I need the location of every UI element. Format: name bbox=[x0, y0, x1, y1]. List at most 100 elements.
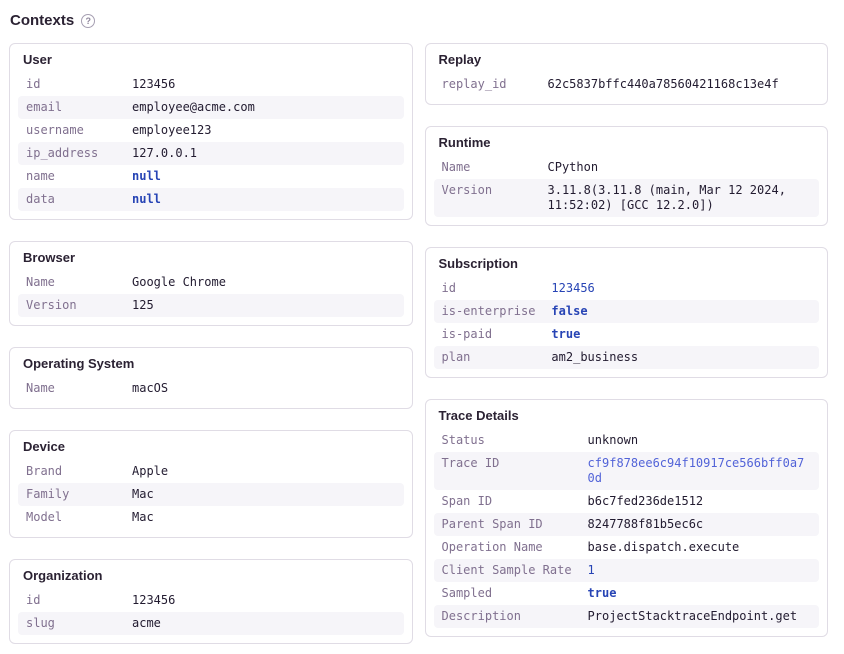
page-title: Contexts bbox=[10, 12, 74, 30]
key-value-table: Brand Apple Family Mac Model Mac bbox=[18, 460, 404, 529]
row-value: null bbox=[124, 188, 404, 211]
row-name: Name CPython bbox=[434, 156, 820, 179]
context-card-device: Device Brand Apple Family Mac Model Mac bbox=[9, 430, 413, 538]
card-title: Organization bbox=[23, 568, 399, 584]
row-value: employee123 bbox=[124, 119, 404, 142]
row-key: name bbox=[18, 165, 124, 188]
key-value-table: id 123456 slug acme bbox=[18, 589, 404, 635]
row-key: Sampled bbox=[434, 582, 580, 605]
row-key: slug bbox=[18, 612, 124, 635]
context-card-replay: Replay replay_id 62c5837bffc440a78560421… bbox=[425, 43, 829, 105]
row-span-id: Span ID b6c7fed236de1512 bbox=[434, 490, 820, 513]
row-username: username employee123 bbox=[18, 119, 404, 142]
row-version: Version 125 bbox=[18, 294, 404, 317]
row-is-enterprise: is-enterprise false bbox=[434, 300, 820, 323]
context-card-trace-details: Trace Details Status unknown Trace ID cf… bbox=[425, 399, 829, 637]
row-value: 3.11.8(3.11.8 (main, Mar 12 2024, 11:52:… bbox=[540, 179, 820, 217]
row-key: Family bbox=[18, 483, 124, 506]
row-key: id bbox=[18, 589, 124, 612]
row-value: am2_business bbox=[543, 346, 819, 369]
card-title: Subscription bbox=[439, 256, 815, 272]
card-title: Trace Details bbox=[439, 408, 815, 424]
row-value: Apple bbox=[124, 460, 404, 483]
row-ip-address: ip_address 127.0.0.1 bbox=[18, 142, 404, 165]
row-key: Name bbox=[434, 156, 540, 179]
row-family: Family Mac bbox=[18, 483, 404, 506]
key-value-table: Status unknown Trace ID cf9f878ee6c94f10… bbox=[434, 429, 820, 628]
row-value: 123456 bbox=[543, 277, 819, 300]
row-value: true bbox=[543, 323, 819, 346]
context-card-subscription: Subscription id 123456 is-enterprise fal… bbox=[425, 247, 829, 378]
row-key: is-paid bbox=[434, 323, 544, 346]
row-is-paid: is-paid true bbox=[434, 323, 820, 346]
key-value-table: Name Google Chrome Version 125 bbox=[18, 271, 404, 317]
row-sampled: Sampled true bbox=[434, 582, 820, 605]
help-icon[interactable]: ? bbox=[81, 14, 95, 28]
key-value-table: id 123456 email employee@acme.com userna… bbox=[18, 73, 404, 211]
row-key: data bbox=[18, 188, 124, 211]
row-id: id 123456 bbox=[18, 73, 404, 96]
row-value: CPython bbox=[540, 156, 820, 179]
row-client-sample-rate: Client Sample Rate 1 bbox=[434, 559, 820, 582]
contexts-section: Contexts ? User id 123456 email employee… bbox=[0, 0, 844, 654]
row-data: data null bbox=[18, 188, 404, 211]
key-value-table: Name CPython Version 3.11.8(3.11.8 (main… bbox=[434, 156, 820, 217]
row-value: cf9f878ee6c94f10917ce566bff0a70d bbox=[580, 452, 819, 490]
row-value: null bbox=[124, 165, 404, 188]
right-column: Replay replay_id 62c5837bffc440a78560421… bbox=[425, 43, 829, 637]
row-key: Trace ID bbox=[434, 452, 580, 490]
key-value-table: id 123456 is-enterprise false is-paid tr… bbox=[434, 277, 820, 369]
row-value: 8247788f81b5ec6c bbox=[580, 513, 819, 536]
section-header: Contexts ? bbox=[10, 12, 828, 30]
row-value: 123456 bbox=[124, 589, 404, 612]
row-slug: slug acme bbox=[18, 612, 404, 635]
key-value-table: replay_id 62c5837bffc440a78560421168c13e… bbox=[434, 73, 820, 96]
row-id: id 123456 bbox=[18, 589, 404, 612]
row-key: Name bbox=[18, 377, 124, 400]
row-key: Operation Name bbox=[434, 536, 580, 559]
row-value: 125 bbox=[124, 294, 404, 317]
row-value: false bbox=[543, 300, 819, 323]
row-key: username bbox=[18, 119, 124, 142]
cards-grid: User id 123456 email employee@acme.com u… bbox=[9, 43, 828, 644]
context-card-user: User id 123456 email employee@acme.com u… bbox=[9, 43, 413, 220]
row-key: id bbox=[434, 277, 544, 300]
row-email: email employee@acme.com bbox=[18, 96, 404, 119]
row-value: 123456 bbox=[124, 73, 404, 96]
row-value: b6c7fed236de1512 bbox=[580, 490, 819, 513]
row-value: 62c5837bffc440a78560421168c13e4f bbox=[540, 73, 820, 96]
row-replay-id: replay_id 62c5837bffc440a78560421168c13e… bbox=[434, 73, 820, 96]
context-card-operating-system: Operating System Name macOS bbox=[9, 347, 413, 409]
row-value: 1 bbox=[580, 559, 819, 582]
row-name: name null bbox=[18, 165, 404, 188]
row-key: Model bbox=[18, 506, 124, 529]
row-name: Name macOS bbox=[18, 377, 404, 400]
row-key: Version bbox=[434, 179, 540, 217]
row-key: Client Sample Rate bbox=[434, 559, 580, 582]
context-card-browser: Browser Name Google Chrome Version 125 bbox=[9, 241, 413, 326]
row-value: true bbox=[580, 582, 819, 605]
row-trace-id: Trace ID cf9f878ee6c94f10917ce566bff0a70… bbox=[434, 452, 820, 490]
key-value-table: Name macOS bbox=[18, 377, 404, 400]
card-title: Operating System bbox=[23, 356, 399, 372]
row-key: Brand bbox=[18, 460, 124, 483]
row-value: base.dispatch.execute bbox=[580, 536, 819, 559]
row-key: replay_id bbox=[434, 73, 540, 96]
row-key: Name bbox=[18, 271, 124, 294]
row-operation-name: Operation Name base.dispatch.execute bbox=[434, 536, 820, 559]
row-value: Mac bbox=[124, 483, 404, 506]
card-title: Runtime bbox=[439, 135, 815, 151]
row-value: macOS bbox=[124, 377, 404, 400]
row-id: id 123456 bbox=[434, 277, 820, 300]
row-value: 127.0.0.1 bbox=[124, 142, 404, 165]
row-name: Name Google Chrome bbox=[18, 271, 404, 294]
context-card-runtime: Runtime Name CPython Version 3.11.8(3.11… bbox=[425, 126, 829, 226]
row-key: Status bbox=[434, 429, 580, 452]
trace-id-link[interactable]: cf9f878ee6c94f10917ce566bff0a70d bbox=[588, 456, 805, 485]
row-model: Model Mac bbox=[18, 506, 404, 529]
context-card-organization: Organization id 123456 slug acme bbox=[9, 559, 413, 644]
row-key: plan bbox=[434, 346, 544, 369]
left-column: User id 123456 email employee@acme.com u… bbox=[9, 43, 413, 644]
row-brand: Brand Apple bbox=[18, 460, 404, 483]
row-status: Status unknown bbox=[434, 429, 820, 452]
